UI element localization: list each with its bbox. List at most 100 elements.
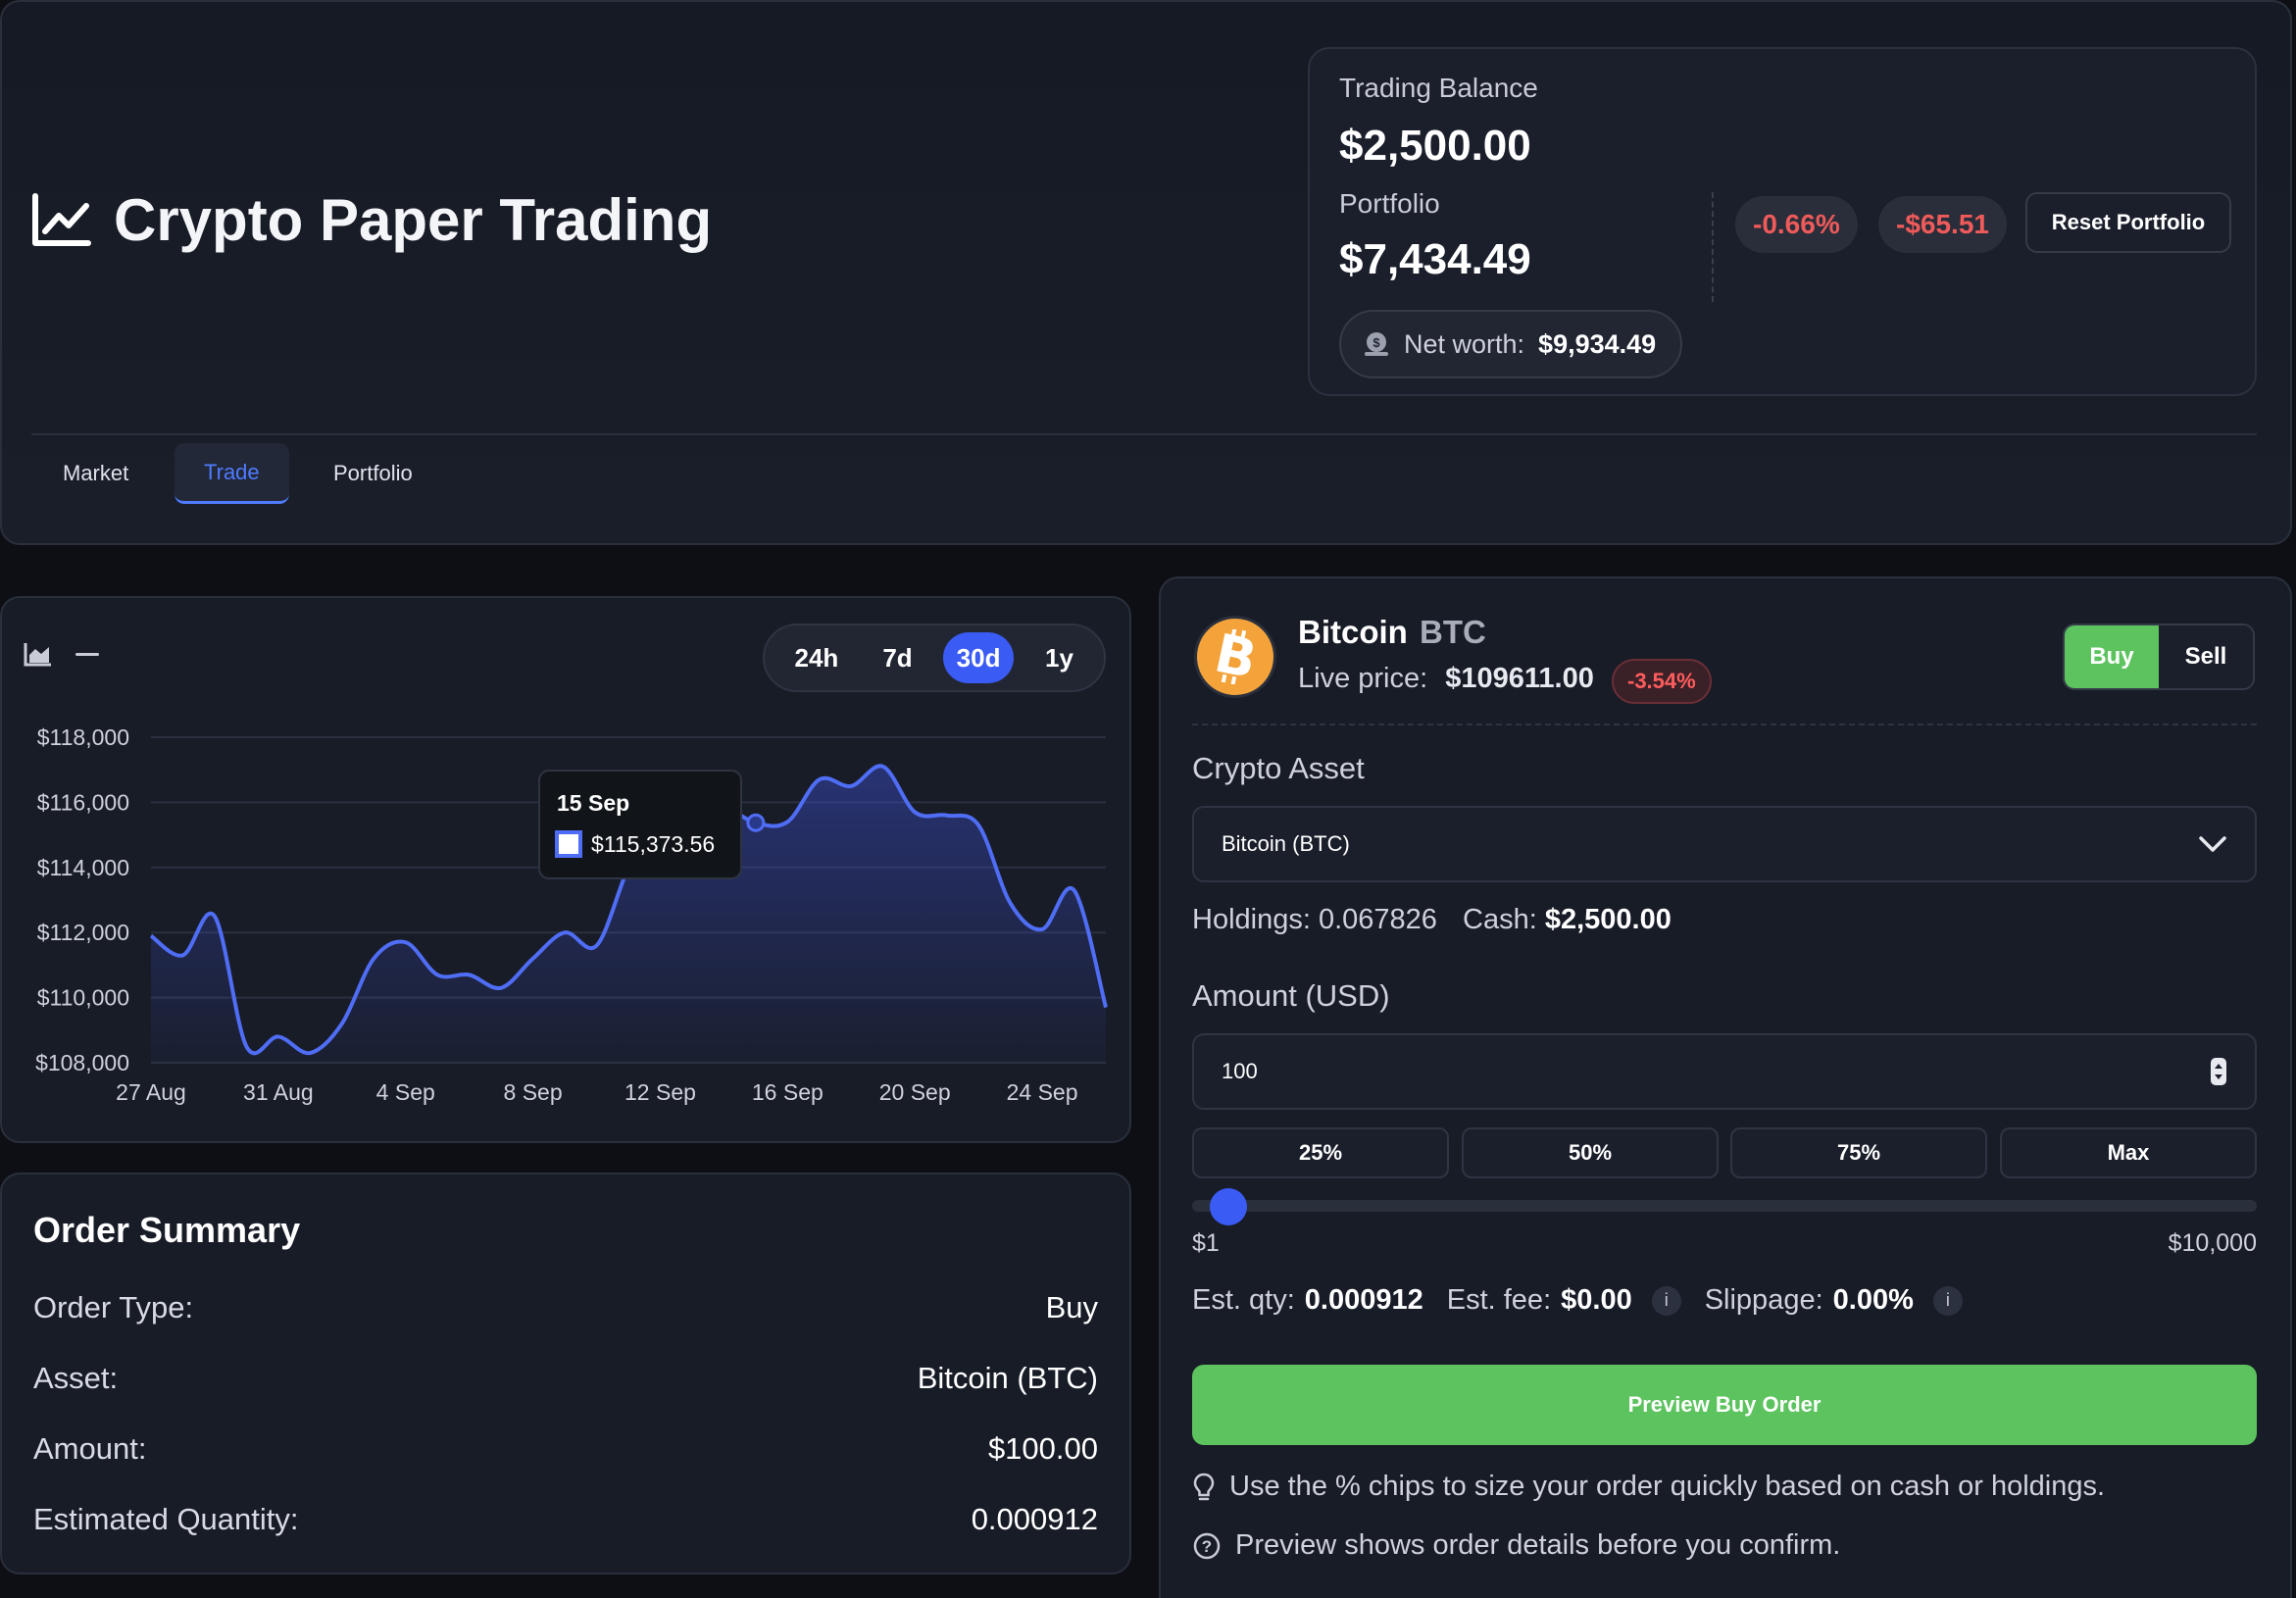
sell-tab[interactable]: Sell (2159, 625, 2253, 688)
chip-75-button[interactable]: 75% (1730, 1127, 1987, 1178)
cash-value: $2,500.00 (1544, 904, 1672, 935)
preview-buy-order-button[interactable]: Preview Buy Order (1192, 1365, 2257, 1445)
chart-tooltip: 15 Sep $115,373.56 (538, 770, 742, 879)
area-chart-icon[interactable] (24, 641, 53, 667)
live-price-value: $109611.00 (1445, 663, 1594, 694)
line-chart-icon (32, 192, 91, 246)
y-tick-label: $108,000 (35, 1050, 129, 1075)
tip-chips: Use the % chips to size your order quick… (1192, 1471, 2105, 1503)
est-qty-value: 0.000912 (1304, 1284, 1423, 1316)
order-row-value: 0.000912 (971, 1502, 1098, 1536)
range-30d-button[interactable]: 30d (942, 632, 1015, 683)
x-tick-label: 24 Sep (1007, 1079, 1078, 1105)
networth-pill: $ Net worth: $9,934.49 (1339, 310, 1682, 378)
order-row-type: Order Type: Buy (33, 1290, 1098, 1325)
range-24h-button[interactable]: 24h (781, 632, 853, 683)
tab-market[interactable]: Market (33, 443, 158, 504)
y-tick-label: $110,000 (37, 985, 129, 1011)
trading-balance-value: $2,500.00 (1339, 122, 1531, 170)
x-tick-label: 31 Aug (243, 1079, 314, 1105)
bitcoin-logo-icon: B (1194, 616, 1276, 698)
x-tick-label: 20 Sep (879, 1079, 951, 1105)
order-row-value: Buy (1045, 1290, 1098, 1324)
tooltip-value: $115,373.56 (591, 831, 715, 857)
price-chart[interactable]: $118,000 $116,000 $114,000 $112,000 $110,000… (0, 706, 1131, 1137)
live-price: Live price: $109611.00 (1298, 663, 1594, 695)
tip-preview: ? Preview shows order details before you… (1192, 1529, 1840, 1562)
x-tick-label: 16 Sep (752, 1079, 824, 1105)
holdings-line: Holdings: 0.067826 Cash: $2,500.00 (1192, 904, 1672, 936)
app-title: Crypto Paper Trading (31, 186, 712, 254)
est-qty-label: Est. qty: (1192, 1284, 1295, 1316)
order-row-value: $100.00 (987, 1431, 1098, 1466)
stepper-icon[interactable] (2210, 1057, 2227, 1086)
tooltip-date: 15 Sep (557, 790, 629, 816)
chip-25-button[interactable]: 25% (1192, 1127, 1449, 1178)
tabs-divider (31, 433, 2257, 435)
tip-preview-text: Preview shows order details before you c… (1235, 1529, 1841, 1561)
amount-input-value: 100 (1222, 1059, 1258, 1083)
chart-type-icons (24, 641, 100, 667)
x-tick-label: 12 Sep (624, 1079, 696, 1105)
portfolio-value: $7,434.49 (1339, 235, 1531, 283)
live-price-label: Live price: (1298, 663, 1428, 694)
portfolio-change-usd-badge: -$65.51 (1878, 196, 2007, 253)
svg-text:$: $ (1373, 335, 1380, 350)
price-points (746, 813, 766, 832)
reset-portfolio-button[interactable]: Reset Portfolio (2025, 192, 2231, 253)
slider-min-label: $1 (1192, 1229, 1220, 1257)
est-fee-label: Est. fee: (1446, 1284, 1552, 1316)
estimates-line: Est. qty: 0.000912 Est. fee: $0.00 i Sli… (1192, 1284, 1976, 1317)
order-row-label: Asset: (33, 1361, 119, 1395)
order-row-amount: Amount: $100.00 (33, 1431, 1098, 1467)
fee-info-icon[interactable]: i (1651, 1285, 1681, 1316)
chip-50-button[interactable]: 50% (1462, 1127, 1719, 1178)
holdings-label: Holdings: (1192, 904, 1311, 935)
portfolio-change-pct-badge: -0.66% (1735, 196, 1858, 253)
y-axis-ticks: $118,000 $116,000 $114,000 $112,000 $110,000… (35, 724, 129, 1075)
order-row-value: Bitcoin (BTC) (917, 1361, 1098, 1395)
tab-portfolio[interactable]: Portfolio (304, 443, 442, 504)
order-summary-title: Order Summary (33, 1210, 301, 1250)
tab-trade[interactable]: Trade (175, 443, 289, 504)
y-tick-label: $114,000 (37, 855, 129, 880)
amount-label: Amount (USD) (1192, 978, 1390, 1013)
trade-divider (1192, 724, 2257, 725)
slippage-label: Slippage: (1704, 1284, 1823, 1316)
question-circle-icon: ? (1193, 1532, 1221, 1559)
chevron-down-icon (2199, 836, 2226, 852)
asset-select[interactable]: Bitcoin (BTC) (1192, 806, 2257, 882)
trading-balance-label: Trading Balance (1339, 73, 1538, 103)
svg-text:B: B (1211, 629, 1260, 684)
portfolio-label: Portfolio (1339, 188, 1440, 219)
amount-slider-track[interactable] (1192, 1200, 2257, 1212)
minus-icon[interactable] (75, 641, 100, 667)
holdings-value: 0.067826 (1318, 904, 1437, 935)
app-title-text: Crypto Paper Trading (114, 187, 713, 253)
x-tick-label: 4 Sep (376, 1079, 435, 1105)
order-row-asset: Asset: Bitcoin (BTC) (33, 1361, 1098, 1396)
networth-value: $9,934.49 (1538, 328, 1657, 359)
buy-tab[interactable]: Buy (2065, 625, 2159, 688)
asset-label: Crypto Asset (1192, 751, 1365, 785)
range-1y-button[interactable]: 1y (1030, 632, 1087, 683)
amount-input[interactable]: 100 (1192, 1033, 2257, 1110)
y-tick-label: $116,000 (37, 789, 129, 815)
range-selector: 24h 7d 30d 1y (763, 624, 1106, 692)
money-bag-icon: $ (1365, 332, 1388, 356)
balance-divider (1712, 192, 1714, 302)
tip-chips-text: Use the % chips to size your order quick… (1229, 1471, 2106, 1502)
chip-max-button[interactable]: Max (2000, 1127, 2257, 1178)
order-row-est-qty: Estimated Quantity: 0.000912 (33, 1502, 1098, 1537)
y-tick-label: $118,000 (37, 724, 129, 750)
svg-text:?: ? (1202, 1537, 1212, 1556)
slippage-info-icon[interactable]: i (1932, 1285, 1963, 1316)
coin-symbol: BTC (1420, 614, 1486, 650)
balance-card: Trading Balance $2,500.00 Portfolio $7,4… (1308, 47, 2257, 396)
range-7d-button[interactable]: 7d (869, 632, 925, 683)
order-row-label: Amount: (33, 1431, 147, 1466)
slider-max-label: $10,000 (2168, 1229, 2257, 1257)
order-row-label: Order Type: (33, 1290, 194, 1324)
hovered-data-point[interactable] (746, 813, 766, 832)
slippage-value: 0.00% (1832, 1284, 1914, 1316)
